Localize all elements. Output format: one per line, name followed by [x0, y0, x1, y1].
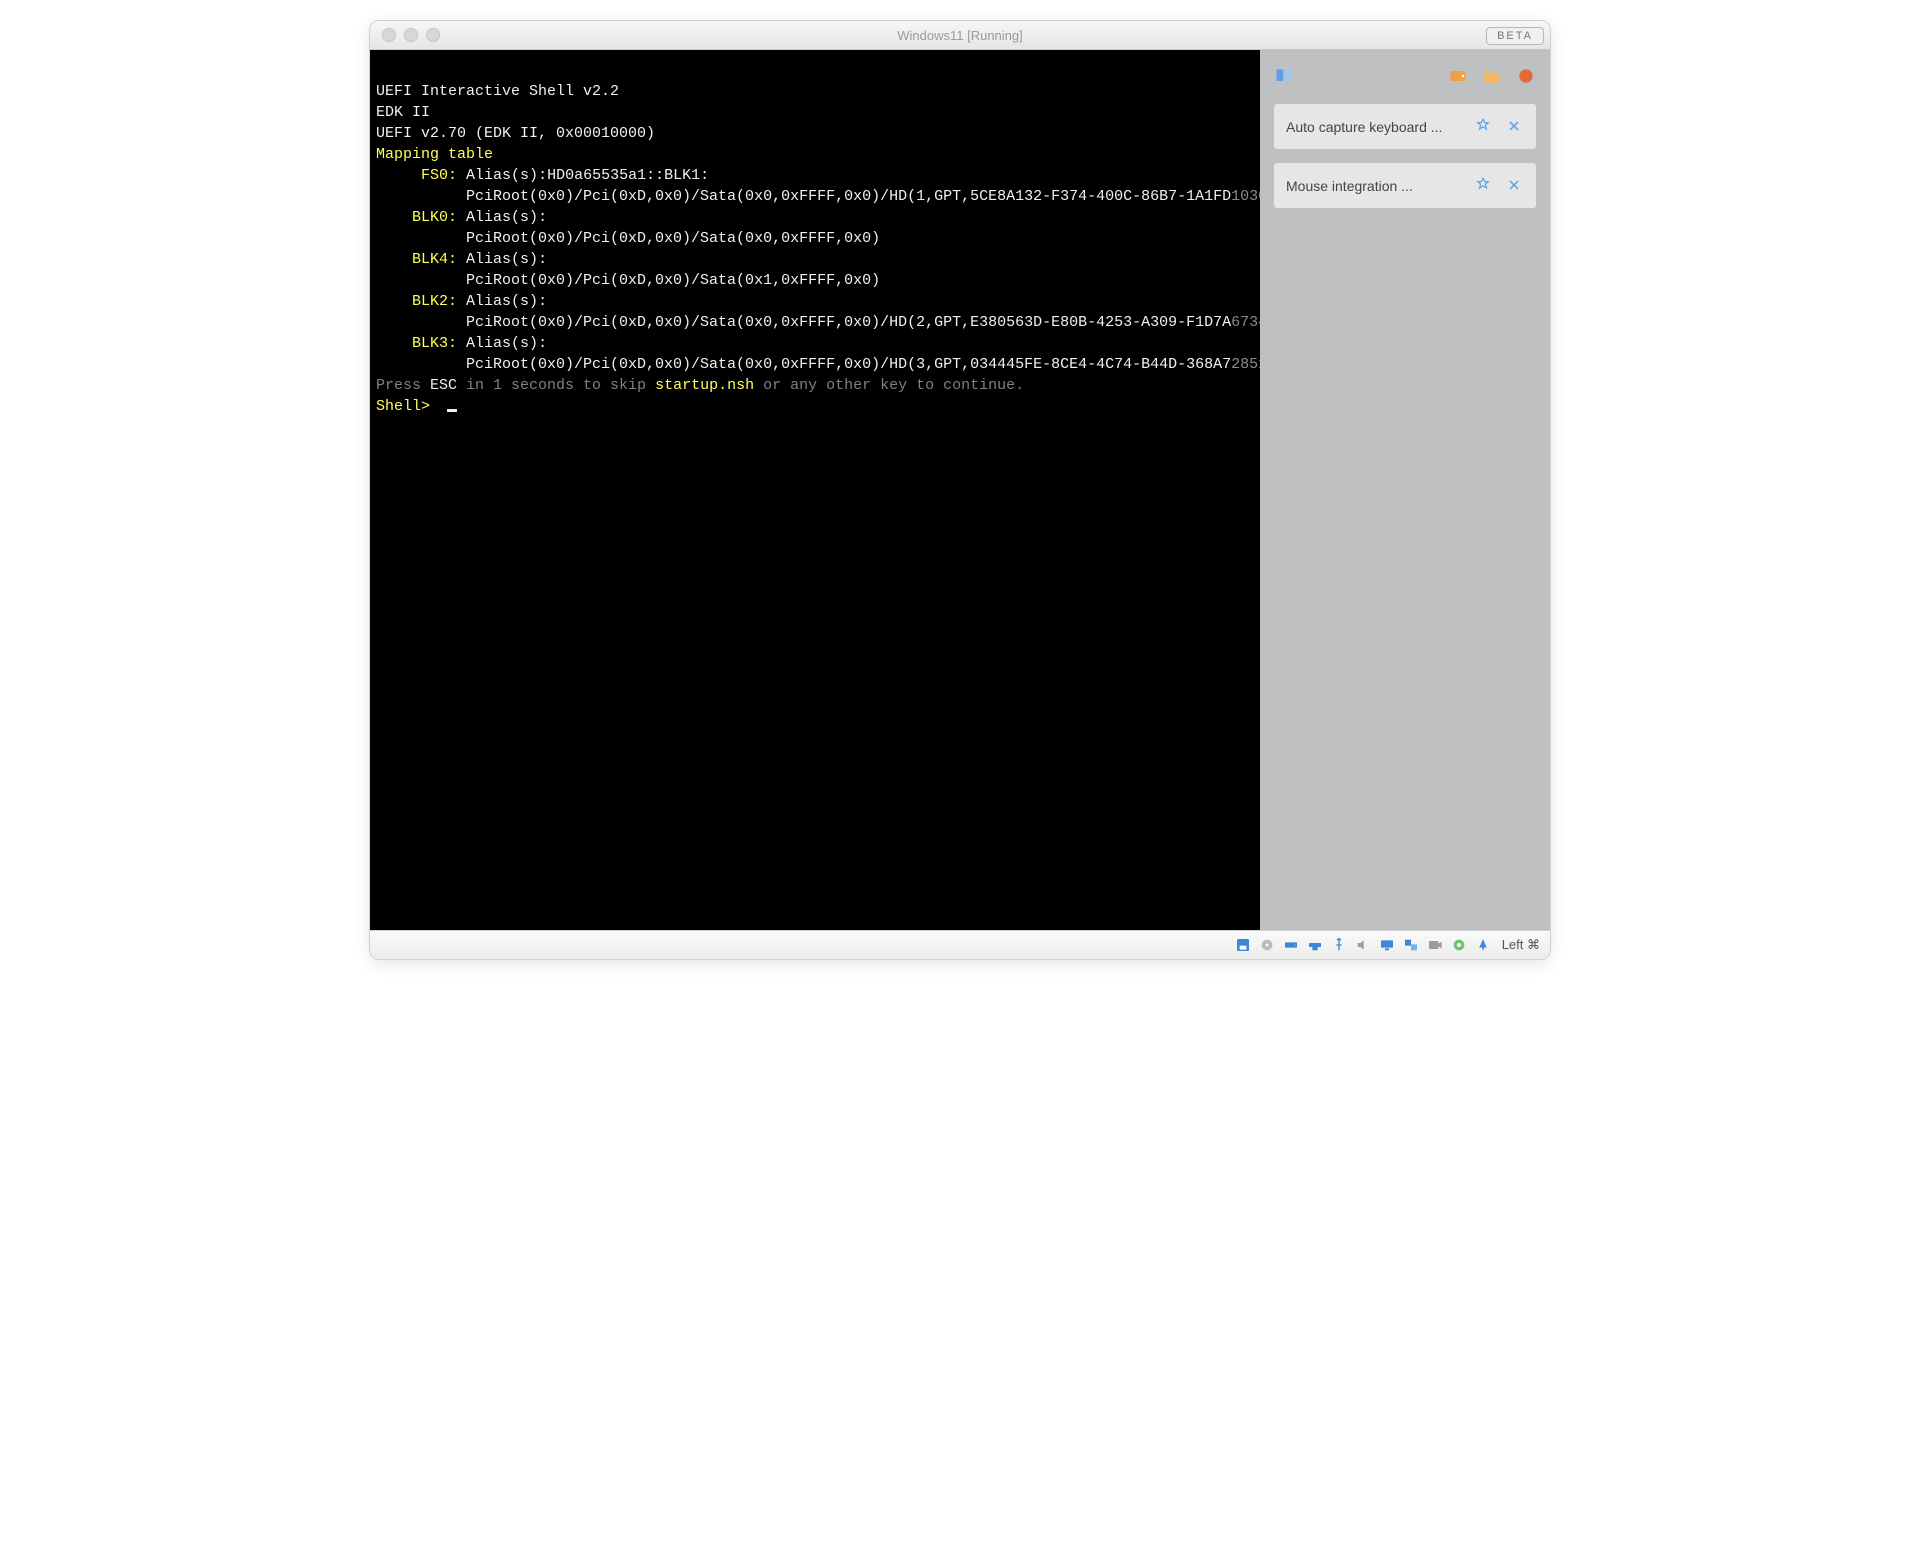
alias-value: :HD0a65535a1::BLK1: — [538, 167, 709, 184]
display-icon[interactable] — [1378, 936, 1396, 954]
network-icon[interactable] — [1306, 936, 1324, 954]
term-line: EDK II — [376, 104, 430, 121]
device-path: PciRoot(0x0)/Pci(0xD,0x0)/Sata(0x0,0xFFF… — [466, 356, 1231, 373]
notifications-sidebar: Auto capture keyboard ... Mouse integrat… — [1260, 50, 1550, 930]
beta-tab-button[interactable]: BETA — [1486, 27, 1544, 45]
colon: : — [538, 209, 547, 226]
notification-pin-button[interactable] — [1472, 177, 1494, 194]
device-label: BLK0: — [412, 209, 457, 226]
notification-card: Auto capture keyboard ... — [1274, 104, 1536, 149]
host-key-label: Left ⌘ — [1502, 937, 1540, 953]
hdd-icon[interactable] — [1448, 66, 1468, 86]
shell-prompt-line: Shell> — [376, 398, 457, 415]
device-label: FS0: — [421, 167, 457, 184]
term-line: UEFI Interactive Shell v2.2 — [376, 83, 619, 100]
term-line: PciRoot(0x0)/Pci(0xD,0x0)/Sata(0x1,0xFFF… — [376, 272, 880, 289]
usb-icon[interactable] — [1330, 936, 1348, 954]
notification-close-button[interactable] — [1504, 178, 1524, 194]
term-line: UEFI v2.70 (EDK II, 0x00010000) — [376, 125, 655, 142]
statusbar: Left ⌘ — [370, 930, 1550, 959]
notification-text: Mouse integration ... — [1286, 178, 1462, 194]
term-line: PciRoot(0x0)/Pci(0xD,0x0)/Sata(0x0,0xFFF… — [376, 314, 1260, 331]
floppy-icon[interactable] — [1234, 936, 1252, 954]
record-icon[interactable] — [1516, 66, 1536, 86]
term-line: BLK0: Alias(s): — [376, 209, 547, 226]
minimize-window-button[interactable] — [404, 28, 418, 42]
term-line: BLK3: Alias(s): — [376, 335, 547, 352]
device-path-cont: 6734F23,0x64080,0x40000) — [1231, 314, 1260, 331]
hdd-icon[interactable] — [1282, 936, 1300, 954]
sidebar-toolbar — [1274, 66, 1536, 86]
term-line: BLK4: Alias(s): — [376, 251, 547, 268]
term-line: PciRoot(0x0)/Pci(0xD,0x0)/Sata(0x0,0xFFF… — [376, 230, 880, 247]
cd-icon[interactable] — [1258, 936, 1276, 954]
term-line: BLK2: Alias(s): — [376, 293, 547, 310]
colon: : — [538, 335, 547, 352]
mapping-table-header: Mapping table — [376, 146, 493, 163]
alias-label: Alias(s) — [466, 335, 538, 352]
term-line: PciRoot(0x0)/Pci(0xD,0x0)/Sata(0x0,0xFFF… — [376, 188, 1260, 205]
shell-prompt: Shell> — [376, 398, 439, 415]
device-label: BLK3: — [412, 335, 457, 352]
alias-label: Alias(s) — [466, 167, 538, 184]
content-area: UEFI Interactive Shell v2.2 EDK II UEFI … — [370, 50, 1550, 930]
close-window-button[interactable] — [382, 28, 396, 42]
term-line: PciRoot(0x0)/Pci(0xD,0x0)/Sata(0x0,0xFFF… — [376, 356, 1260, 373]
book-icon[interactable] — [1274, 66, 1294, 86]
device-path: PciRoot(0x0)/Pci(0xD,0x0)/Sata(0x0,0xFFF… — [466, 230, 880, 247]
titlebar: Windows11 [Running] BETA — [370, 21, 1550, 50]
device-path-cont: 2851016,0xA4080,0x7F5BF1B) — [1231, 356, 1260, 373]
alias-label: Alias(s) — [466, 251, 538, 268]
device-path-cont: 1030003,0x80,0x64000) — [1231, 188, 1260, 205]
alias-label: Alias(s) — [466, 209, 538, 226]
device-label: BLK2: — [412, 293, 457, 310]
notification-text: Auto capture keyboard ... — [1286, 119, 1462, 135]
mouse-integration-icon[interactable] — [1474, 936, 1492, 954]
notification-card: Mouse integration ... — [1274, 163, 1536, 208]
alias-label: Alias(s) — [466, 293, 538, 310]
cpu-icon[interactable] — [1450, 936, 1468, 954]
shared-folders-icon[interactable] — [1402, 936, 1420, 954]
vm-window: Windows11 [Running] BETA UEFI Interactiv… — [369, 20, 1551, 960]
uefi-shell-terminal[interactable]: UEFI Interactive Shell v2.2 EDK II UEFI … — [370, 50, 1260, 930]
window-controls — [382, 28, 440, 42]
device-path: PciRoot(0x0)/Pci(0xD,0x0)/Sata(0x1,0xFFF… — [466, 272, 880, 289]
term-line: FS0: Alias(s):HD0a65535a1::BLK1: — [376, 167, 709, 184]
folder-icon[interactable] — [1482, 66, 1502, 86]
zoom-window-button[interactable] — [426, 28, 440, 42]
term-line: Press ESC in 1 seconds to skip startup.n… — [376, 377, 1024, 394]
window-title: Windows11 [Running] — [370, 28, 1550, 43]
colon: : — [538, 293, 547, 310]
notification-pin-button[interactable] — [1472, 118, 1494, 135]
device-path: PciRoot(0x0)/Pci(0xD,0x0)/Sata(0x0,0xFFF… — [466, 188, 1231, 205]
cursor-icon — [447, 409, 457, 412]
notification-close-button[interactable] — [1504, 119, 1524, 135]
colon: : — [538, 251, 547, 268]
audio-icon[interactable] — [1354, 936, 1372, 954]
device-path: PciRoot(0x0)/Pci(0xD,0x0)/Sata(0x0,0xFFF… — [466, 314, 1231, 331]
recording-icon[interactable] — [1426, 936, 1444, 954]
device-label: BLK4: — [412, 251, 457, 268]
